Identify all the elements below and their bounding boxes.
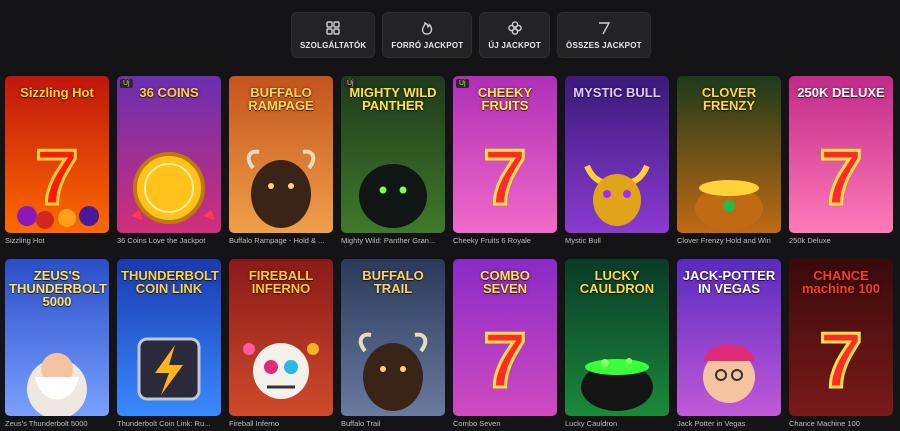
game-thumbnail[interactable]: Új MIGHTY WILD PANTHER — [341, 76, 445, 233]
filter-button-0[interactable]: SZOLGÁLTATÓK — [291, 12, 376, 58]
game-logo-text: BUFFALO RAMPAGE — [248, 85, 314, 113]
game-logo-text: ZEUS'S THUNDERBOLT 5000 — [9, 268, 107, 309]
game-logo-text: 36 COINS — [139, 85, 199, 100]
game-thumbnail[interactable]: CLOVER FRENZY — [677, 76, 781, 233]
game-name: Cheeky Fruits 6 Royale — [453, 236, 531, 245]
filter-label: ÚJ JACKPOT — [488, 41, 542, 50]
game-thumbnail[interactable]: BUFFALO TRAIL — [341, 259, 445, 416]
game-tile[interactable]: JACK-POTTER IN VEGAS Jack Potter in Vega… — [677, 259, 781, 429]
game-thumbnail[interactable]: 7 COMBO SEVEN — [453, 259, 557, 416]
filter-label: SZOLGÁLTATÓK — [300, 41, 367, 50]
game-tile[interactable]: THUNDERBOLT COIN LINK Thunderbolt Coin L… — [117, 259, 221, 429]
game-tile[interactable]: 7 COMBO SEVEN Combo Seven — [453, 259, 557, 429]
game-logo-text: 250K DELUXE — [797, 85, 885, 100]
game-name: Clover Frenzy Hold and Win — [677, 236, 771, 245]
game-name: Thunderbolt Coin Link: Ru... — [117, 419, 211, 428]
svg-text:7: 7 — [483, 316, 526, 404]
game-thumbnail[interactable]: 7 250K DELUXE — [789, 76, 893, 233]
game-tile[interactable]: 7 Új CHEEKY FRUITS Cheeky Fruits 6 Royal… — [453, 76, 557, 246]
game-tile[interactable]: 7 CHANCE machine 100 Chance Machine 100 — [789, 259, 893, 429]
game-logo-text: BUFFALO TRAIL — [362, 268, 424, 296]
svg-text:7: 7 — [483, 133, 526, 221]
game-logo-text: JACK-POTTER IN VEGAS — [682, 268, 776, 296]
seven-icon — [596, 20, 612, 36]
game-tile[interactable]: BUFFALO RAMPAGE Buffalo Rampage - Hold &… — [229, 76, 333, 246]
game-name: 36 Coins Love the Jackpot — [117, 236, 206, 245]
game-name: 250k Deluxe — [789, 236, 831, 245]
game-thumbnail[interactable]: LUCKY CAULDRON — [565, 259, 669, 416]
game-thumbnail[interactable]: ZEUS'S THUNDERBOLT 5000 — [5, 259, 109, 416]
game-thumbnail[interactable]: Új 36 COINS — [117, 76, 221, 233]
game-name: Fireball Inferno — [229, 419, 280, 428]
svg-text:7: 7 — [819, 316, 862, 404]
game-name: Lucky Cauldron — [565, 419, 618, 428]
game-name: Buffalo Rampage - Hold & ... — [229, 236, 325, 245]
grid-icon — [325, 20, 341, 36]
game-tile[interactable]: CLOVER FRENZY Clover Frenzy Hold and Win — [677, 76, 781, 246]
game-thumbnail[interactable]: 7 Sizzling Hot — [5, 76, 109, 233]
game-logo-text: FIREBALL INFERNO — [248, 268, 314, 296]
game-grid: 7 Sizzling Hot Sizzling Hot Új 36 COINS … — [5, 76, 893, 429]
game-name: Mighty Wild: Panther Gran... — [341, 236, 436, 245]
game-logo-text: Sizzling Hot — [20, 85, 94, 100]
game-name: Mystic Bull — [565, 236, 601, 245]
filter-button-3[interactable]: ÖSSZES JACKPOT — [557, 12, 651, 58]
jackpot-filter-bar: SZOLGÁLTATÓK FORRÓ JACKPOT ÚJ JACKPOT ÖSSZE… — [291, 12, 651, 58]
game-logo-text: MYSTIC BULL — [573, 85, 661, 100]
game-tile[interactable]: LUCKY CAULDRON Lucky Cauldron — [565, 259, 669, 429]
game-thumbnail[interactable]: JACK-POTTER IN VEGAS — [677, 259, 781, 416]
game-thumbnail[interactable]: FIREBALL INFERNO — [229, 259, 333, 416]
game-logo-text: CLOVER FRENZY — [701, 85, 757, 113]
game-logo-text: COMBO SEVEN — [480, 268, 530, 296]
game-thumbnail[interactable]: BUFFALO RAMPAGE — [229, 76, 333, 233]
svg-text:7: 7 — [819, 133, 862, 221]
game-thumbnail[interactable]: THUNDERBOLT COIN LINK — [117, 259, 221, 416]
game-tile[interactable]: Új 36 COINS 36 Coins Love the Jackpot — [117, 76, 221, 246]
svg-text:7: 7 — [35, 133, 78, 221]
flame-icon — [419, 20, 435, 36]
game-name: Chance Machine 100 — [789, 419, 860, 428]
game-logo-text: CHEEKY FRUITS — [477, 85, 533, 113]
filter-label: FORRÓ JACKPOT — [391, 41, 464, 50]
game-name: Combo Seven — [453, 419, 501, 428]
game-name: Zeus's Thunderbolt 5000 — [5, 419, 88, 428]
game-tile[interactable]: Új MIGHTY WILD PANTHER Mighty Wild: Pant… — [341, 76, 445, 246]
game-tile[interactable]: FIREBALL INFERNO Fireball Inferno — [229, 259, 333, 429]
game-thumbnail[interactable]: 7 Új CHEEKY FRUITS — [453, 76, 557, 233]
game-logo-text: CHANCE machine 100 — [801, 268, 881, 296]
game-tile[interactable]: ZEUS'S THUNDERBOLT 5000 Zeus's Thunderbo… — [5, 259, 109, 429]
clover-icon — [507, 20, 523, 36]
game-name: Jack Potter in Vegas — [677, 419, 746, 428]
filter-label: ÖSSZES JACKPOT — [566, 41, 642, 50]
game-tile[interactable]: 7 250K DELUXE 250k Deluxe — [789, 76, 893, 246]
game-thumbnail[interactable]: MYSTIC BULL — [565, 76, 669, 233]
game-tile[interactable]: MYSTIC BULL Mystic Bull — [565, 76, 669, 246]
game-name: Buffalo Trail — [341, 419, 381, 428]
game-tile[interactable]: BUFFALO TRAIL Buffalo Trail — [341, 259, 445, 429]
game-tile[interactable]: 7 Sizzling Hot Sizzling Hot — [5, 76, 109, 246]
game-thumbnail[interactable]: 7 CHANCE machine 100 — [789, 259, 893, 416]
filter-button-1[interactable]: FORRÓ JACKPOT — [382, 12, 473, 58]
game-logo-text: MIGHTY WILD PANTHER — [349, 85, 437, 113]
filter-button-2[interactable]: ÚJ JACKPOT — [479, 12, 551, 58]
game-name: Sizzling Hot — [5, 236, 45, 245]
game-logo-text: THUNDERBOLT COIN LINK — [121, 268, 219, 296]
game-logo-text: LUCKY CAULDRON — [579, 268, 655, 296]
